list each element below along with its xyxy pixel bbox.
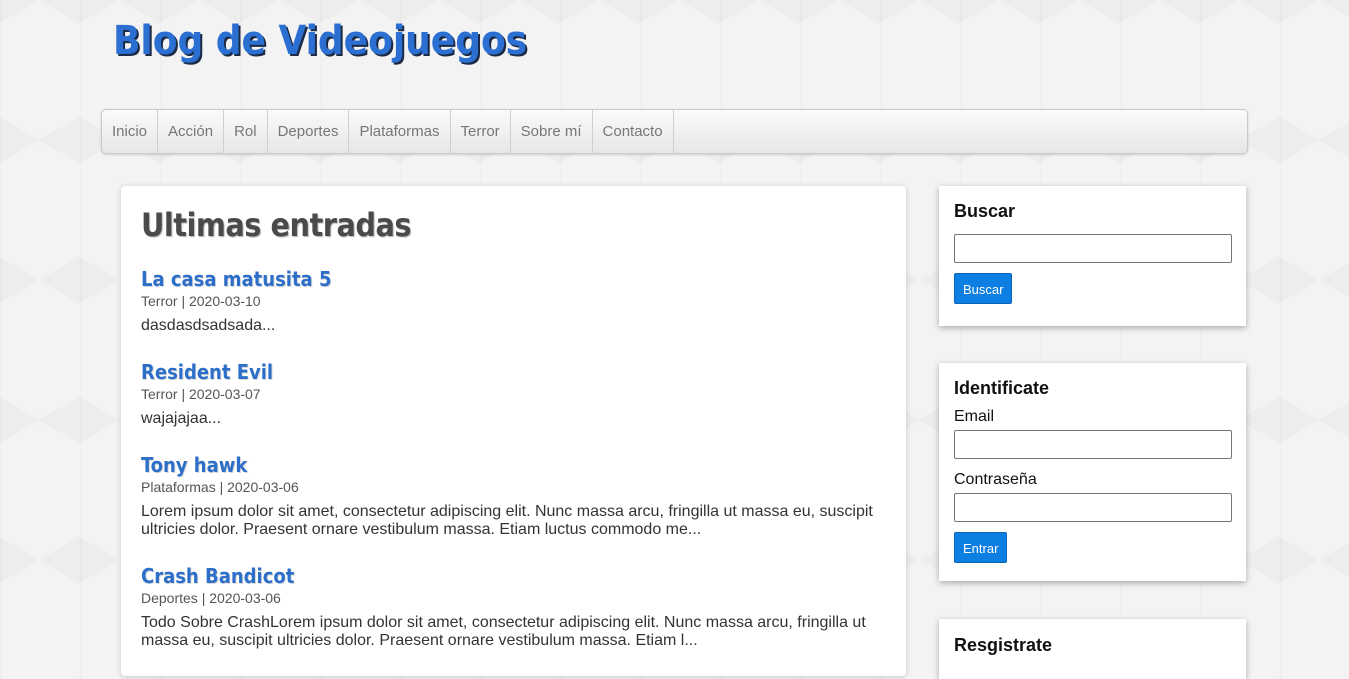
search-box: Buscar Buscar bbox=[939, 186, 1246, 326]
entry-title[interactable]: Tony hawk bbox=[141, 452, 886, 478]
entry-excerpt: Todo Sobre CrashLorem ipsum dolor sit am… bbox=[141, 614, 866, 649]
nav-item-terror[interactable]: Terror bbox=[451, 110, 511, 153]
entry-excerpt: dasdasdsadsada... bbox=[141, 317, 276, 334]
entry: La casa matusita 5 Terror | 2020-03-10 d… bbox=[141, 266, 886, 335]
login-title: Identificate bbox=[954, 378, 1050, 398]
email-field[interactable] bbox=[954, 430, 1232, 459]
latest-entries-box: Ultimas entradas La casa matusita 5 Terr… bbox=[121, 186, 906, 676]
entry-title[interactable]: Crash Bandicot bbox=[141, 563, 886, 589]
site-title[interactable]: Blog de Videojuegos bbox=[113, 18, 527, 64]
entry-meta: Plataformas | 2020-03-06 bbox=[141, 479, 299, 495]
register-title: Resgistrate bbox=[954, 635, 1053, 655]
nav-item-rol[interactable]: Rol bbox=[224, 110, 268, 153]
password-field[interactable] bbox=[954, 493, 1232, 522]
nav-item-sobre-mi[interactable]: Sobre mí bbox=[511, 110, 593, 153]
search-input[interactable] bbox=[954, 234, 1232, 263]
entry: Crash Bandicot Deportes | 2020-03-06 Tod… bbox=[141, 563, 886, 650]
entry: Tony hawk Plataformas | 2020-03-06 Lorem… bbox=[141, 452, 886, 539]
main-title: Ultimas entradas bbox=[141, 206, 412, 244]
entry-title[interactable]: Resident Evil bbox=[141, 359, 886, 385]
entry-meta: Terror | 2020-03-07 bbox=[141, 386, 261, 402]
entry-excerpt: Lorem ipsum dolor sit amet, consectetur … bbox=[141, 503, 873, 538]
search-title: Buscar bbox=[954, 201, 1016, 221]
nav-item-accion[interactable]: Acción bbox=[158, 110, 225, 153]
main-nav: Inicio Acción Rol Deportes Plataformas T… bbox=[101, 109, 1248, 154]
nav-item-inicio[interactable]: Inicio bbox=[102, 110, 159, 153]
email-label: Email bbox=[954, 408, 995, 425]
password-label: Contraseña bbox=[954, 471, 1037, 488]
entry-excerpt: wajajajaa... bbox=[141, 410, 222, 427]
entry-meta: Terror | 2020-03-10 bbox=[141, 293, 261, 309]
nav-item-plataformas[interactable]: Plataformas bbox=[349, 110, 451, 153]
search-button[interactable]: Buscar bbox=[954, 273, 1013, 304]
entry-meta: Deportes | 2020-03-06 bbox=[141, 590, 281, 606]
register-box: Resgistrate bbox=[939, 619, 1246, 679]
entry-title[interactable]: La casa matusita 5 bbox=[141, 266, 886, 292]
nav-item-contacto[interactable]: Contacto bbox=[593, 110, 674, 153]
entry: Resident Evil Terror | 2020-03-07 wajaja… bbox=[141, 359, 886, 428]
nav-item-deportes[interactable]: Deportes bbox=[268, 110, 350, 153]
login-button[interactable]: Entrar bbox=[954, 532, 1008, 563]
login-box: Identificate Email Contraseña Entrar bbox=[939, 363, 1246, 581]
